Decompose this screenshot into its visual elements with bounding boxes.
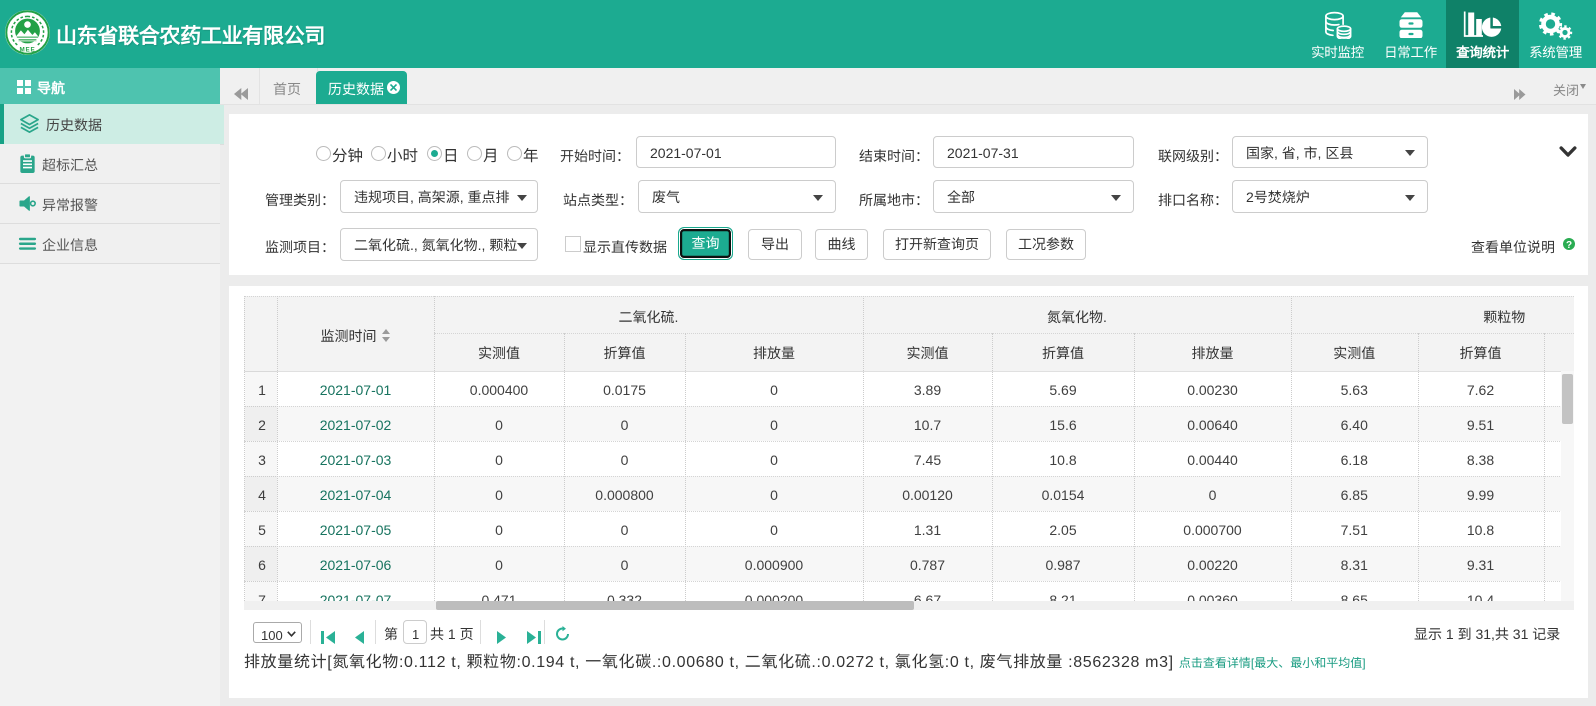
- svg-text:MEE: MEE: [19, 47, 35, 54]
